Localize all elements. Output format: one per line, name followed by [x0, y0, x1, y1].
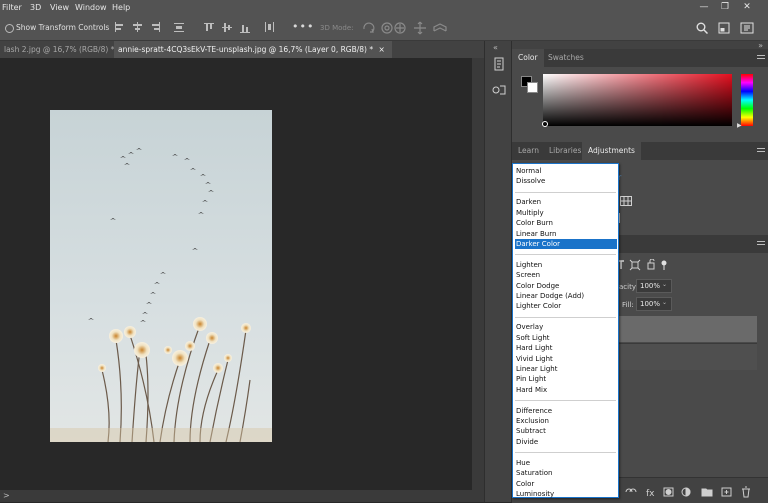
minimize-icon[interactable]: —: [697, 2, 711, 14]
blend-mode-option[interactable]: Linear Burn: [515, 229, 617, 239]
tab-swatches[interactable]: Swatches: [542, 49, 590, 67]
background-swatch[interactable]: [527, 82, 538, 93]
blend-mode-separator: [515, 452, 616, 454]
blend-mode-option[interactable]: Hard Mix: [515, 385, 617, 395]
blend-mode-option[interactable]: Lighten: [515, 260, 617, 270]
tab-lash-2[interactable]: lash 2.jpg @ 16,7% (RGB/8) * ×: [0, 41, 126, 58]
menu-window[interactable]: Window: [75, 3, 107, 12]
blend-mode-option[interactable]: Dissolve: [515, 176, 617, 186]
align-top-icon[interactable]: [204, 22, 216, 34]
align-bottom-icon[interactable]: [240, 22, 252, 34]
tab-color[interactable]: Color: [512, 49, 544, 67]
opacity-label: acity:: [619, 283, 638, 291]
svg-text:fx: fx: [646, 489, 655, 498]
photo-content: [50, 148, 272, 442]
distribute-icon[interactable]: [174, 22, 186, 34]
menu-bar: Filter 3D View Window Help — ❐ ✕: [0, 0, 768, 16]
layers-footer-icons[interactable]: fx: [624, 486, 764, 498]
workspace-icon[interactable]: [718, 22, 730, 34]
document-image[interactable]: [50, 110, 272, 442]
blend-mode-option[interactable]: Overlay: [515, 322, 617, 332]
align-hcenter-icon[interactable]: [132, 22, 144, 34]
blend-mode-option[interactable]: Vivid Light: [515, 354, 617, 364]
blend-mode-option[interactable]: Exclusion: [515, 416, 617, 426]
channel-mixer-icon[interactable]: [620, 196, 632, 206]
menu-help[interactable]: Help: [112, 3, 130, 12]
opacity-value: 100%: [640, 282, 661, 290]
collapsed-panel-strip: «: [484, 41, 512, 502]
hue-slider-handle-icon[interactable]: ▶: [737, 122, 742, 129]
menu-3d[interactable]: 3D: [30, 3, 41, 12]
color-picker-handle[interactable]: [542, 121, 548, 127]
tab-close-icon[interactable]: ×: [379, 45, 385, 54]
blend-mode-option[interactable]: Hue: [515, 458, 617, 468]
adjustments-menu-icon[interactable]: [757, 148, 765, 154]
blend-mode-option[interactable]: Darken: [515, 197, 617, 207]
blend-mode-option[interactable]: Color Burn: [515, 218, 617, 228]
hue-slider[interactable]: [741, 74, 753, 126]
blend-mode-dropdown[interactable]: Normal Dissolve Darken Multiply Color Burn Li…: [512, 163, 619, 498]
blend-mode-option[interactable]: Lighter Color: [515, 301, 617, 311]
blend-mode-option[interactable]: Linear Dodge (Add): [515, 291, 617, 301]
vertical-scrollbar[interactable]: [472, 58, 484, 490]
blend-mode-option[interactable]: Multiply: [515, 208, 617, 218]
layers-menu-icon[interactable]: [757, 241, 765, 247]
tab-learn[interactable]: Learn: [512, 142, 545, 160]
blend-mode-option[interactable]: Luminosity: [515, 489, 617, 499]
restore-icon[interactable]: ❐: [718, 2, 732, 14]
share-icon[interactable]: [740, 22, 754, 34]
horizontal-scrollbar[interactable]: >: [0, 490, 484, 502]
properties-icon[interactable]: [492, 57, 506, 71]
blend-mode-option[interactable]: Difference: [515, 406, 617, 416]
3d-mode-icons: [363, 21, 447, 35]
menu-filter[interactable]: Filter: [2, 3, 22, 12]
blend-mode-option[interactable]: Color: [515, 479, 617, 489]
menu-view[interactable]: View: [50, 3, 69, 12]
align-vcenter-icon[interactable]: [222, 22, 234, 34]
blend-mode-option[interactable]: Soft Light: [515, 333, 617, 343]
color-field[interactable]: [543, 74, 732, 126]
blend-mode-option[interactable]: Normal: [515, 166, 617, 176]
tab-annie-spratt[interactable]: annie-spratt-4CQ3sEkV-TE-unsplash.jpg @ …: [114, 41, 392, 58]
layer-lock-icons[interactable]: [616, 259, 676, 271]
color-panel-menu-icon[interactable]: [757, 55, 765, 61]
document-tab-bar: lash 2.jpg @ 16,7% (RGB/8) * × annie-spr…: [0, 41, 484, 58]
blend-mode-separator: [515, 400, 616, 402]
align-right-icon[interactable]: [150, 22, 162, 34]
character-icon[interactable]: [491, 83, 507, 97]
fill-label: Fill:: [622, 301, 634, 309]
blend-mode-option[interactable]: Color Dodge: [515, 281, 617, 291]
more-options-icon[interactable]: •••: [292, 20, 314, 33]
tab-label: annie-spratt-4CQ3sEkV-TE-unsplash.jpg @ …: [118, 45, 374, 54]
blend-mode-option[interactable]: Screen: [515, 270, 617, 280]
options-bar: Show Transform Controls ••• 3D Mode:: [0, 16, 768, 41]
blend-mode-option[interactable]: Divide: [515, 437, 617, 447]
blend-mode-separator: [515, 254, 616, 256]
blend-mode-option[interactable]: Hard Light: [515, 343, 617, 353]
fill-value: 100%: [640, 300, 661, 308]
3d-mode-label: 3D Mode:: [320, 24, 354, 32]
tab-adjustments[interactable]: Adjustments: [582, 142, 641, 160]
fill-dropdown-icon[interactable]: ⌄: [662, 299, 667, 306]
align-left-icon[interactable]: [114, 22, 126, 34]
close-icon[interactable]: ✕: [740, 2, 754, 14]
opacity-dropdown-icon[interactable]: ⌄: [662, 281, 667, 288]
blend-mode-separator: [515, 191, 616, 193]
blend-mode-separator: [515, 316, 616, 318]
tab-label: lash 2.jpg @ 16,7% (RGB/8) *: [4, 45, 115, 54]
blend-mode-option[interactable]: Subtract: [515, 426, 617, 436]
adjustments-panel-tabs: Learn Libraries Adjustments: [512, 142, 768, 160]
show-transform-label: Show Transform Controls: [16, 23, 110, 32]
blend-mode-option[interactable]: Darker Color: [515, 238, 617, 249]
search-icon[interactable]: [696, 22, 708, 34]
tab-libraries[interactable]: Libraries: [543, 142, 587, 160]
blend-mode-option[interactable]: Linear Light: [515, 364, 617, 374]
color-panel-tabs: Color Swatches: [512, 49, 768, 67]
transform-checkbox[interactable]: [5, 24, 14, 33]
status-expand-icon[interactable]: >: [3, 491, 10, 500]
distribute-v-icon[interactable]: [264, 22, 276, 34]
blend-mode-option[interactable]: Pin Light: [515, 374, 617, 384]
blend-mode-option[interactable]: Saturation: [515, 468, 617, 478]
expand-strip-icon[interactable]: «: [493, 43, 498, 52]
